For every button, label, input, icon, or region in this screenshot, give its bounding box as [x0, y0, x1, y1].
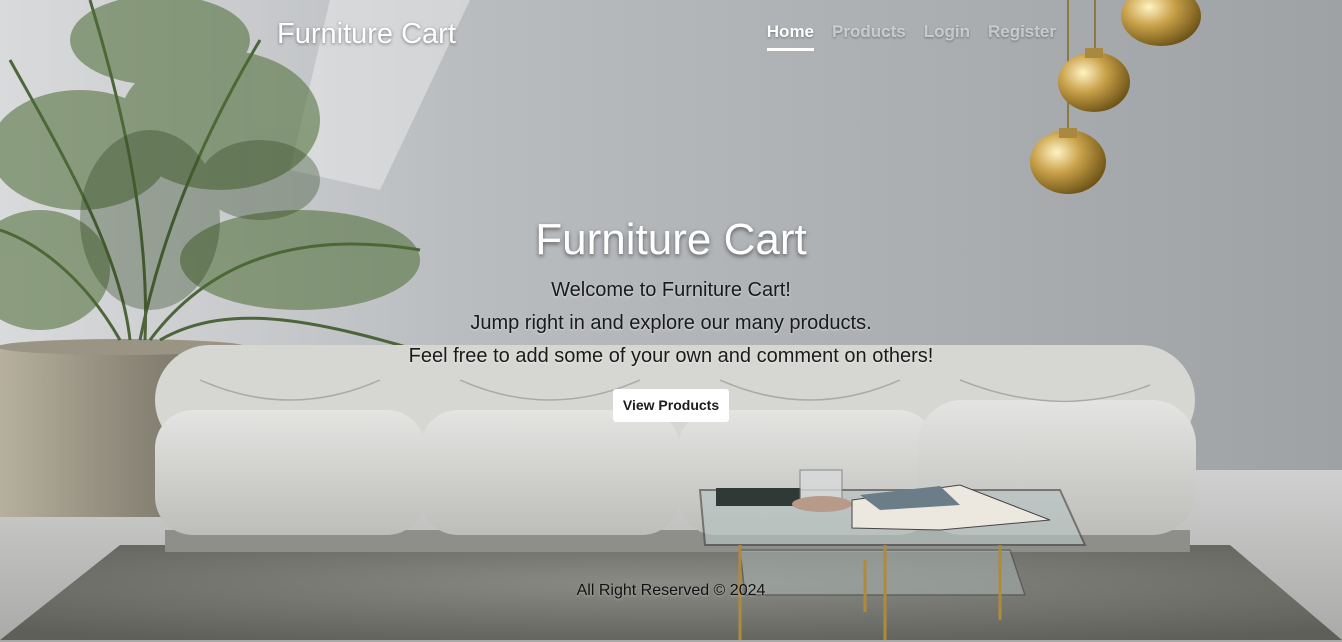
nav-link-login[interactable]: Login	[924, 22, 970, 51]
hero-welcome-text: Welcome to Furniture Cart!	[551, 279, 791, 301]
hero-title: Furniture Cart	[535, 215, 807, 264]
footer-copyright: All Right Reserved © 2024	[576, 582, 766, 599]
main-nav: Home Products Login Register	[766, 22, 1056, 51]
hero-section: Furniture Cart Welcome to Furniture Cart…	[0, 212, 1342, 422]
nav-link-products[interactable]: Products	[832, 22, 906, 51]
nav-link-home[interactable]: Home	[766, 22, 815, 51]
hero-comment-text: Feel free to add some of your own and co…	[408, 345, 934, 367]
hero-explore-text: Jump right in and explore our many produ…	[470, 312, 872, 334]
brand-logo[interactable]: Furniture Cart	[277, 18, 456, 51]
view-products-button[interactable]: View Products	[612, 389, 730, 422]
nav-link-register[interactable]: Register	[988, 22, 1056, 51]
